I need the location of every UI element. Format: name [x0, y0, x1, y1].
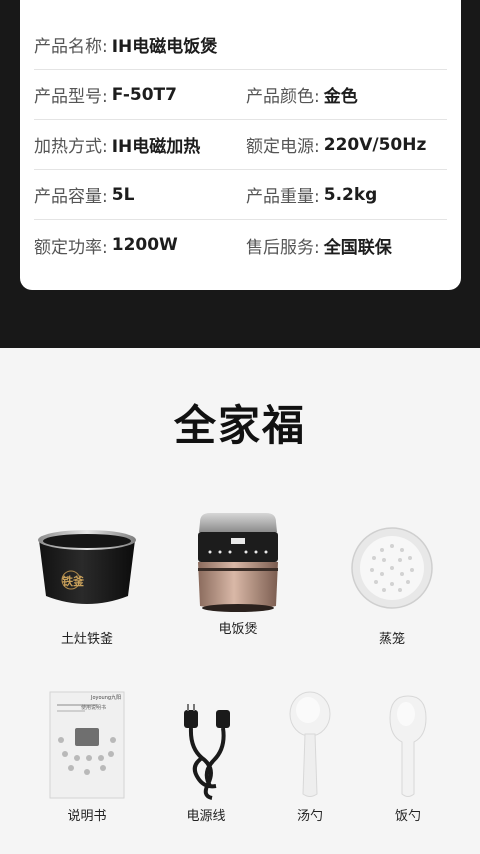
spec-value: 5L — [111, 184, 135, 205]
manual-brand: Joyoung九阳 — [91, 695, 122, 701]
family-item-inner-pot: 铁釜 土灶铁釜 — [27, 522, 147, 647]
spec-label: 售后服务: — [246, 237, 320, 258]
family-item-power-cord: 电源线 — [146, 688, 266, 824]
spec-value: IH电磁加热 — [111, 137, 201, 157]
spec-label: 额定电源: — [246, 137, 320, 157]
inner-pot-icon: 铁釜 — [27, 522, 147, 622]
spec-value: 全国联保 — [323, 237, 392, 258]
manual-doc-title: 使用说明书 — [81, 705, 107, 711]
rice-paddle-icon — [348, 688, 468, 804]
spec-row-capacity-weight: 产品容量: 5L 产品重量: 5.2kg — [34, 170, 447, 220]
spec-value: F-50T7 — [111, 84, 177, 105]
spec-label: 产品名称: — [34, 37, 108, 57]
spec-label: 额定功率: — [34, 237, 108, 258]
item-label: 电饭煲 — [218, 622, 258, 637]
family-item-manual: Joyoung九阳 使用说明书 说明书 — [27, 688, 147, 824]
spec-label: 产品型号: — [34, 87, 108, 107]
spec-card: 产品名称: IH电磁电饭煲 产品型号: F-50T7 产品颜色: 金色 加热方式… — [20, 0, 461, 290]
manual-icon: Joyoung九阳 使用说明书 — [27, 688, 147, 804]
spec-row-wattage-service: 额定功率: 1200W 售后服务: 全国联保 — [34, 220, 447, 270]
spec-value: 1200W — [111, 235, 178, 255]
spec-label: 产品重量: — [246, 187, 320, 207]
spec-value: 5.2kg — [323, 184, 378, 205]
item-label: 电源线 — [186, 809, 226, 824]
item-label: 蒸笼 — [378, 632, 405, 647]
power-cord-icon — [146, 688, 266, 804]
spec-label: 产品颜色: — [246, 87, 320, 107]
spec-label: 加热方式: — [34, 137, 108, 157]
spec-value: 220V/50Hz — [323, 134, 427, 155]
item-label: 说明书 — [67, 809, 107, 824]
family-item-rice-cooker: 电饭煲 — [178, 510, 298, 637]
family-item-rice-paddle: 饭勺 — [348, 688, 468, 824]
inner-pot-label-text: 铁釜 — [62, 575, 84, 588]
item-label: 饭勺 — [394, 809, 421, 824]
rice-cooker-icon — [178, 510, 298, 620]
family-item-steamer: 蒸笼 — [332, 522, 452, 647]
spec-row-model-color: 产品型号: F-50T7 产品颜色: 金色 — [34, 70, 447, 120]
spec-value: IH电磁电饭煲 — [111, 37, 218, 57]
spec-row-name: 产品名称: IH电磁电饭煲 — [34, 20, 447, 70]
spec-value: 金色 — [323, 87, 358, 107]
steamer-icon — [332, 522, 452, 622]
item-label: 土灶铁釜 — [60, 632, 113, 647]
family-title: 全家福 — [173, 401, 306, 450]
spec-label: 产品容量: — [34, 187, 108, 207]
spec-row-heating-power: 加热方式: IH电磁加热 额定电源: 220V/50Hz — [34, 120, 447, 170]
